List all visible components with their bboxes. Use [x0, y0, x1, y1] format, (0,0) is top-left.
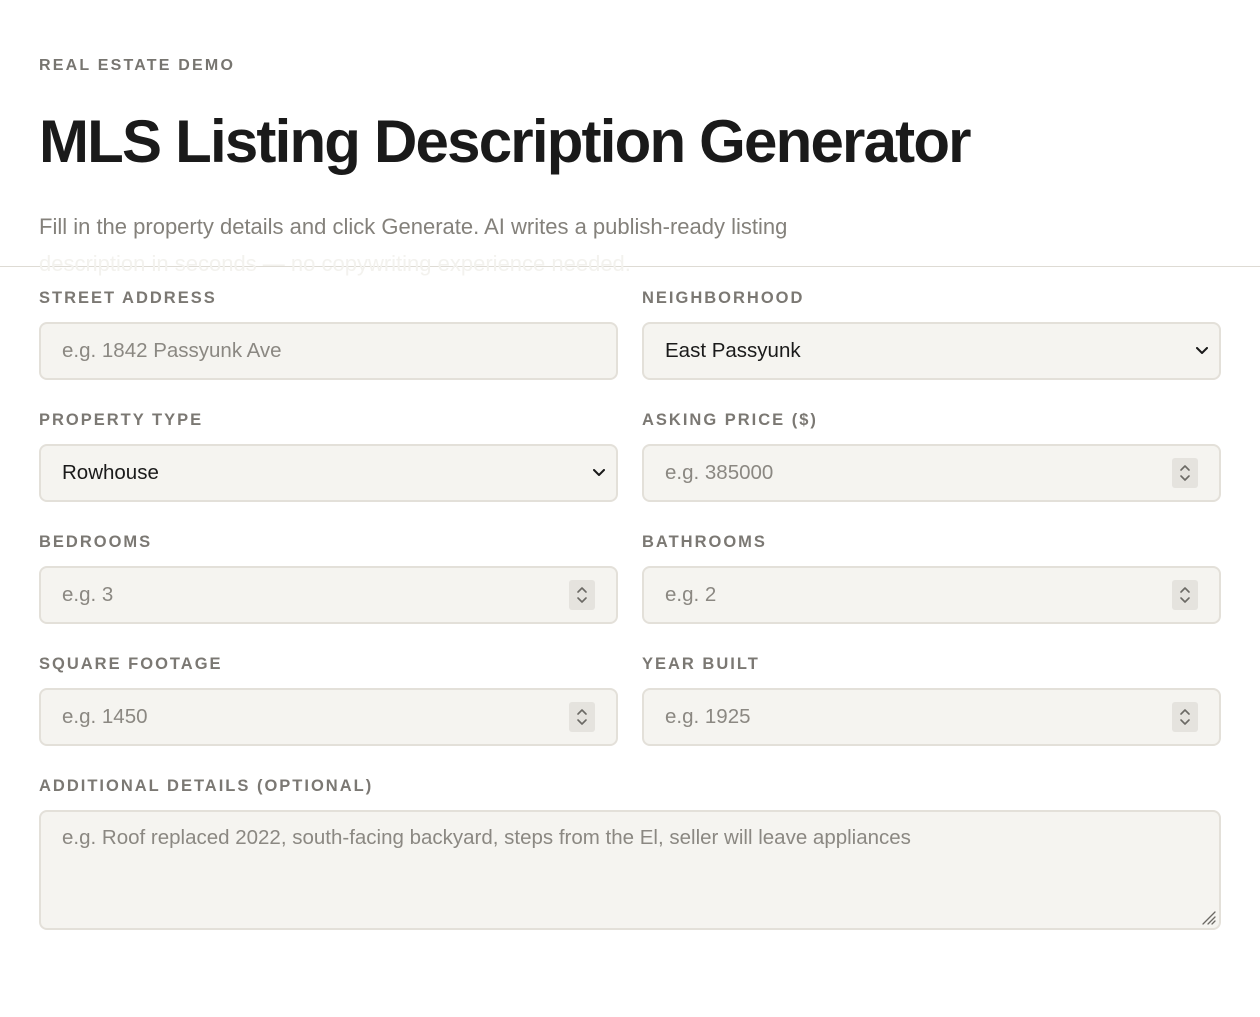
square-footage-label: SQUARE FOOTAGE	[39, 655, 223, 673]
neighborhood-select[interactable]: East Passyunk	[642, 322, 1221, 380]
bathrooms-input[interactable]: e.g. 2	[642, 566, 1221, 624]
bedrooms-input[interactable]: e.g. 3	[39, 566, 618, 624]
street-address-input[interactable]: e.g. 1842 Passyunk Ave	[39, 322, 618, 380]
property-type-value: Rowhouse	[62, 461, 159, 484]
subtitle-line-2: description in seconds — no copywriting …	[39, 251, 631, 276]
additional-details-label: ADDITIONAL DETAILS (OPTIONAL)	[39, 777, 374, 795]
asking-price-placeholder: e.g. 385000	[665, 461, 774, 484]
stepper-icon[interactable]	[569, 580, 595, 610]
bathrooms-label: BATHROOMS	[642, 533, 767, 551]
street-address-label: STREET ADDRESS	[39, 289, 217, 307]
neighborhood-label: NEIGHBORHOOD	[642, 289, 805, 307]
neighborhood-value: East Passyunk	[665, 339, 801, 362]
property-type-label: PROPERTY TYPE	[39, 411, 204, 429]
eyebrow-label: REAL ESTATE DEMO	[39, 57, 236, 74]
year-built-input[interactable]: e.g. 1925	[642, 688, 1221, 746]
stepper-icon[interactable]	[1172, 580, 1198, 610]
street-address-field: STREET ADDRESS e.g. 1842 Passyunk Ave	[39, 287, 618, 409]
listing-form: STREET ADDRESS e.g. 1842 Passyunk Ave NE…	[0, 267, 1260, 930]
bedrooms-field: BEDROOMS e.g. 3	[39, 531, 618, 653]
street-address-placeholder: e.g. 1842 Passyunk Ave	[62, 339, 282, 362]
square-footage-placeholder: e.g. 1450	[62, 705, 148, 728]
additional-details-textarea[interactable]: e.g. Roof replaced 2022, south-facing ba…	[39, 810, 1221, 930]
bathrooms-placeholder: e.g. 2	[665, 583, 717, 606]
stepper-icon[interactable]	[569, 702, 595, 732]
year-built-field: YEAR BUILT e.g. 1925	[642, 653, 1221, 775]
subtitle-line-1: Fill in the property details and click G…	[39, 214, 788, 239]
additional-details-field: ADDITIONAL DETAILS (OPTIONAL) e.g. Roof …	[39, 775, 1221, 930]
additional-details-placeholder: e.g. Roof replaced 2022, south-facing ba…	[62, 826, 911, 849]
stepper-icon[interactable]	[1172, 702, 1198, 732]
property-type-field: PROPERTY TYPE Rowhouse	[39, 409, 618, 531]
resize-handle-icon[interactable]	[1199, 908, 1217, 926]
year-built-placeholder: e.g. 1925	[665, 705, 751, 728]
stepper-icon[interactable]	[1172, 458, 1198, 488]
chevron-down-icon	[592, 466, 606, 480]
property-type-select[interactable]: Rowhouse	[39, 444, 618, 502]
square-footage-input[interactable]: e.g. 1450	[39, 688, 618, 746]
page-title: MLS Listing Description Generator	[39, 108, 972, 175]
neighborhood-field: NEIGHBORHOOD East Passyunk	[642, 287, 1221, 409]
asking-price-field: ASKING PRICE ($) e.g. 385000	[642, 409, 1221, 531]
chevron-down-icon	[1195, 344, 1209, 358]
bedrooms-placeholder: e.g. 3	[62, 583, 114, 606]
asking-price-label: ASKING PRICE ($)	[642, 411, 818, 429]
bedrooms-label: BEDROOMS	[39, 533, 153, 551]
square-footage-field: SQUARE FOOTAGE e.g. 1450	[39, 653, 618, 775]
year-built-label: YEAR BUILT	[642, 655, 760, 673]
asking-price-input[interactable]: e.g. 385000	[642, 444, 1221, 502]
bathrooms-field: BATHROOMS e.g. 2	[642, 531, 1221, 653]
page-header: REAL ESTATE DEMO MLS Listing Description…	[0, 0, 1260, 276]
